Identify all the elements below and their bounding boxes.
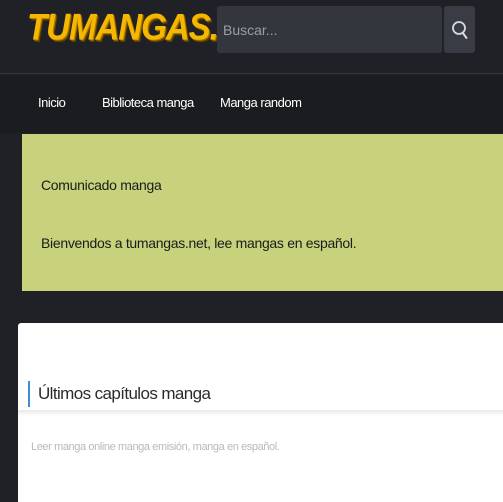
search-input[interactable] [217, 6, 442, 53]
search-button[interactable] [444, 6, 475, 53]
nav-item-manga-random[interactable]: Manga random [220, 95, 302, 110]
nav-item-inicio[interactable]: Inicio [38, 95, 66, 110]
latest-chapters-panel: Últimos capítulos manga Leer manga onlin… [18, 323, 503, 502]
site-header: TUMANGAS.NET [0, 0, 503, 74]
announcement-text: Bienvendos a tumangas.net, lee mangas en… [41, 235, 357, 251]
main-nav: Inicio Biblioteca manga Manga random [0, 75, 503, 133]
nav-item-biblioteca-manga[interactable]: Biblioteca manga [102, 95, 194, 110]
heading-divider [18, 410, 503, 416]
announcement-box: Comunicado manga Bienvendos a tumangas.n… [22, 134, 503, 291]
announcement-title: Comunicado manga [41, 177, 162, 193]
search-icon [451, 20, 467, 39]
section-title: Últimos capítulos manga [28, 381, 211, 407]
section-subtitle: Leer manga online manga emisión, manga e… [31, 441, 280, 453]
